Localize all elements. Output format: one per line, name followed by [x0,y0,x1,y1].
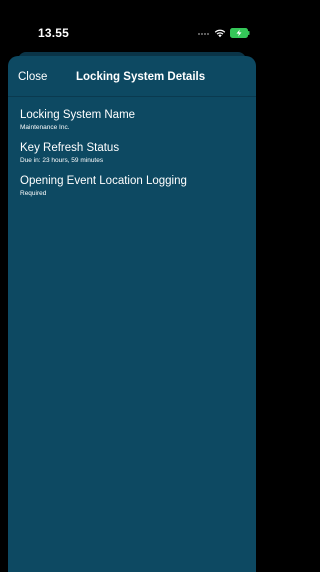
status-time: 13.55 [38,26,70,40]
detail-subtitle: Maintenance Inc. [20,124,70,131]
detail-list: Locking System Name Maintenance Inc. Key… [20,108,250,207]
phone-screen: 13.55 Close Locking System Details Locki… [0,0,264,572]
detail-subtitle: Due in: 23 hours, 59 minutes [20,157,104,164]
navigation-bar: Close Locking System Details [8,56,256,97]
status-bar: 13.55 [0,0,264,56]
detail-title: Locking System Name [20,109,136,121]
battery-charging-icon [230,28,250,38]
detail-item-locking-system-name: Locking System Name Maintenance Inc. [20,108,250,132]
wifi-icon [214,29,226,38]
detail-title: Opening Event Location Logging [20,175,187,187]
details-sheet: Close Locking System Details Locking Sys… [8,56,256,572]
close-button[interactable]: Close [18,71,47,83]
detail-item-key-refresh-status: Key Refresh Status Due in: 23 hours, 59 … [20,141,250,165]
page-title: Locking System Details [76,71,206,83]
detail-subtitle: Required [20,190,47,197]
detail-item-opening-event-location-logging: Opening Event Location Logging Required [20,174,250,198]
signal-icon [198,33,210,37]
detail-title: Key Refresh Status [20,142,120,154]
